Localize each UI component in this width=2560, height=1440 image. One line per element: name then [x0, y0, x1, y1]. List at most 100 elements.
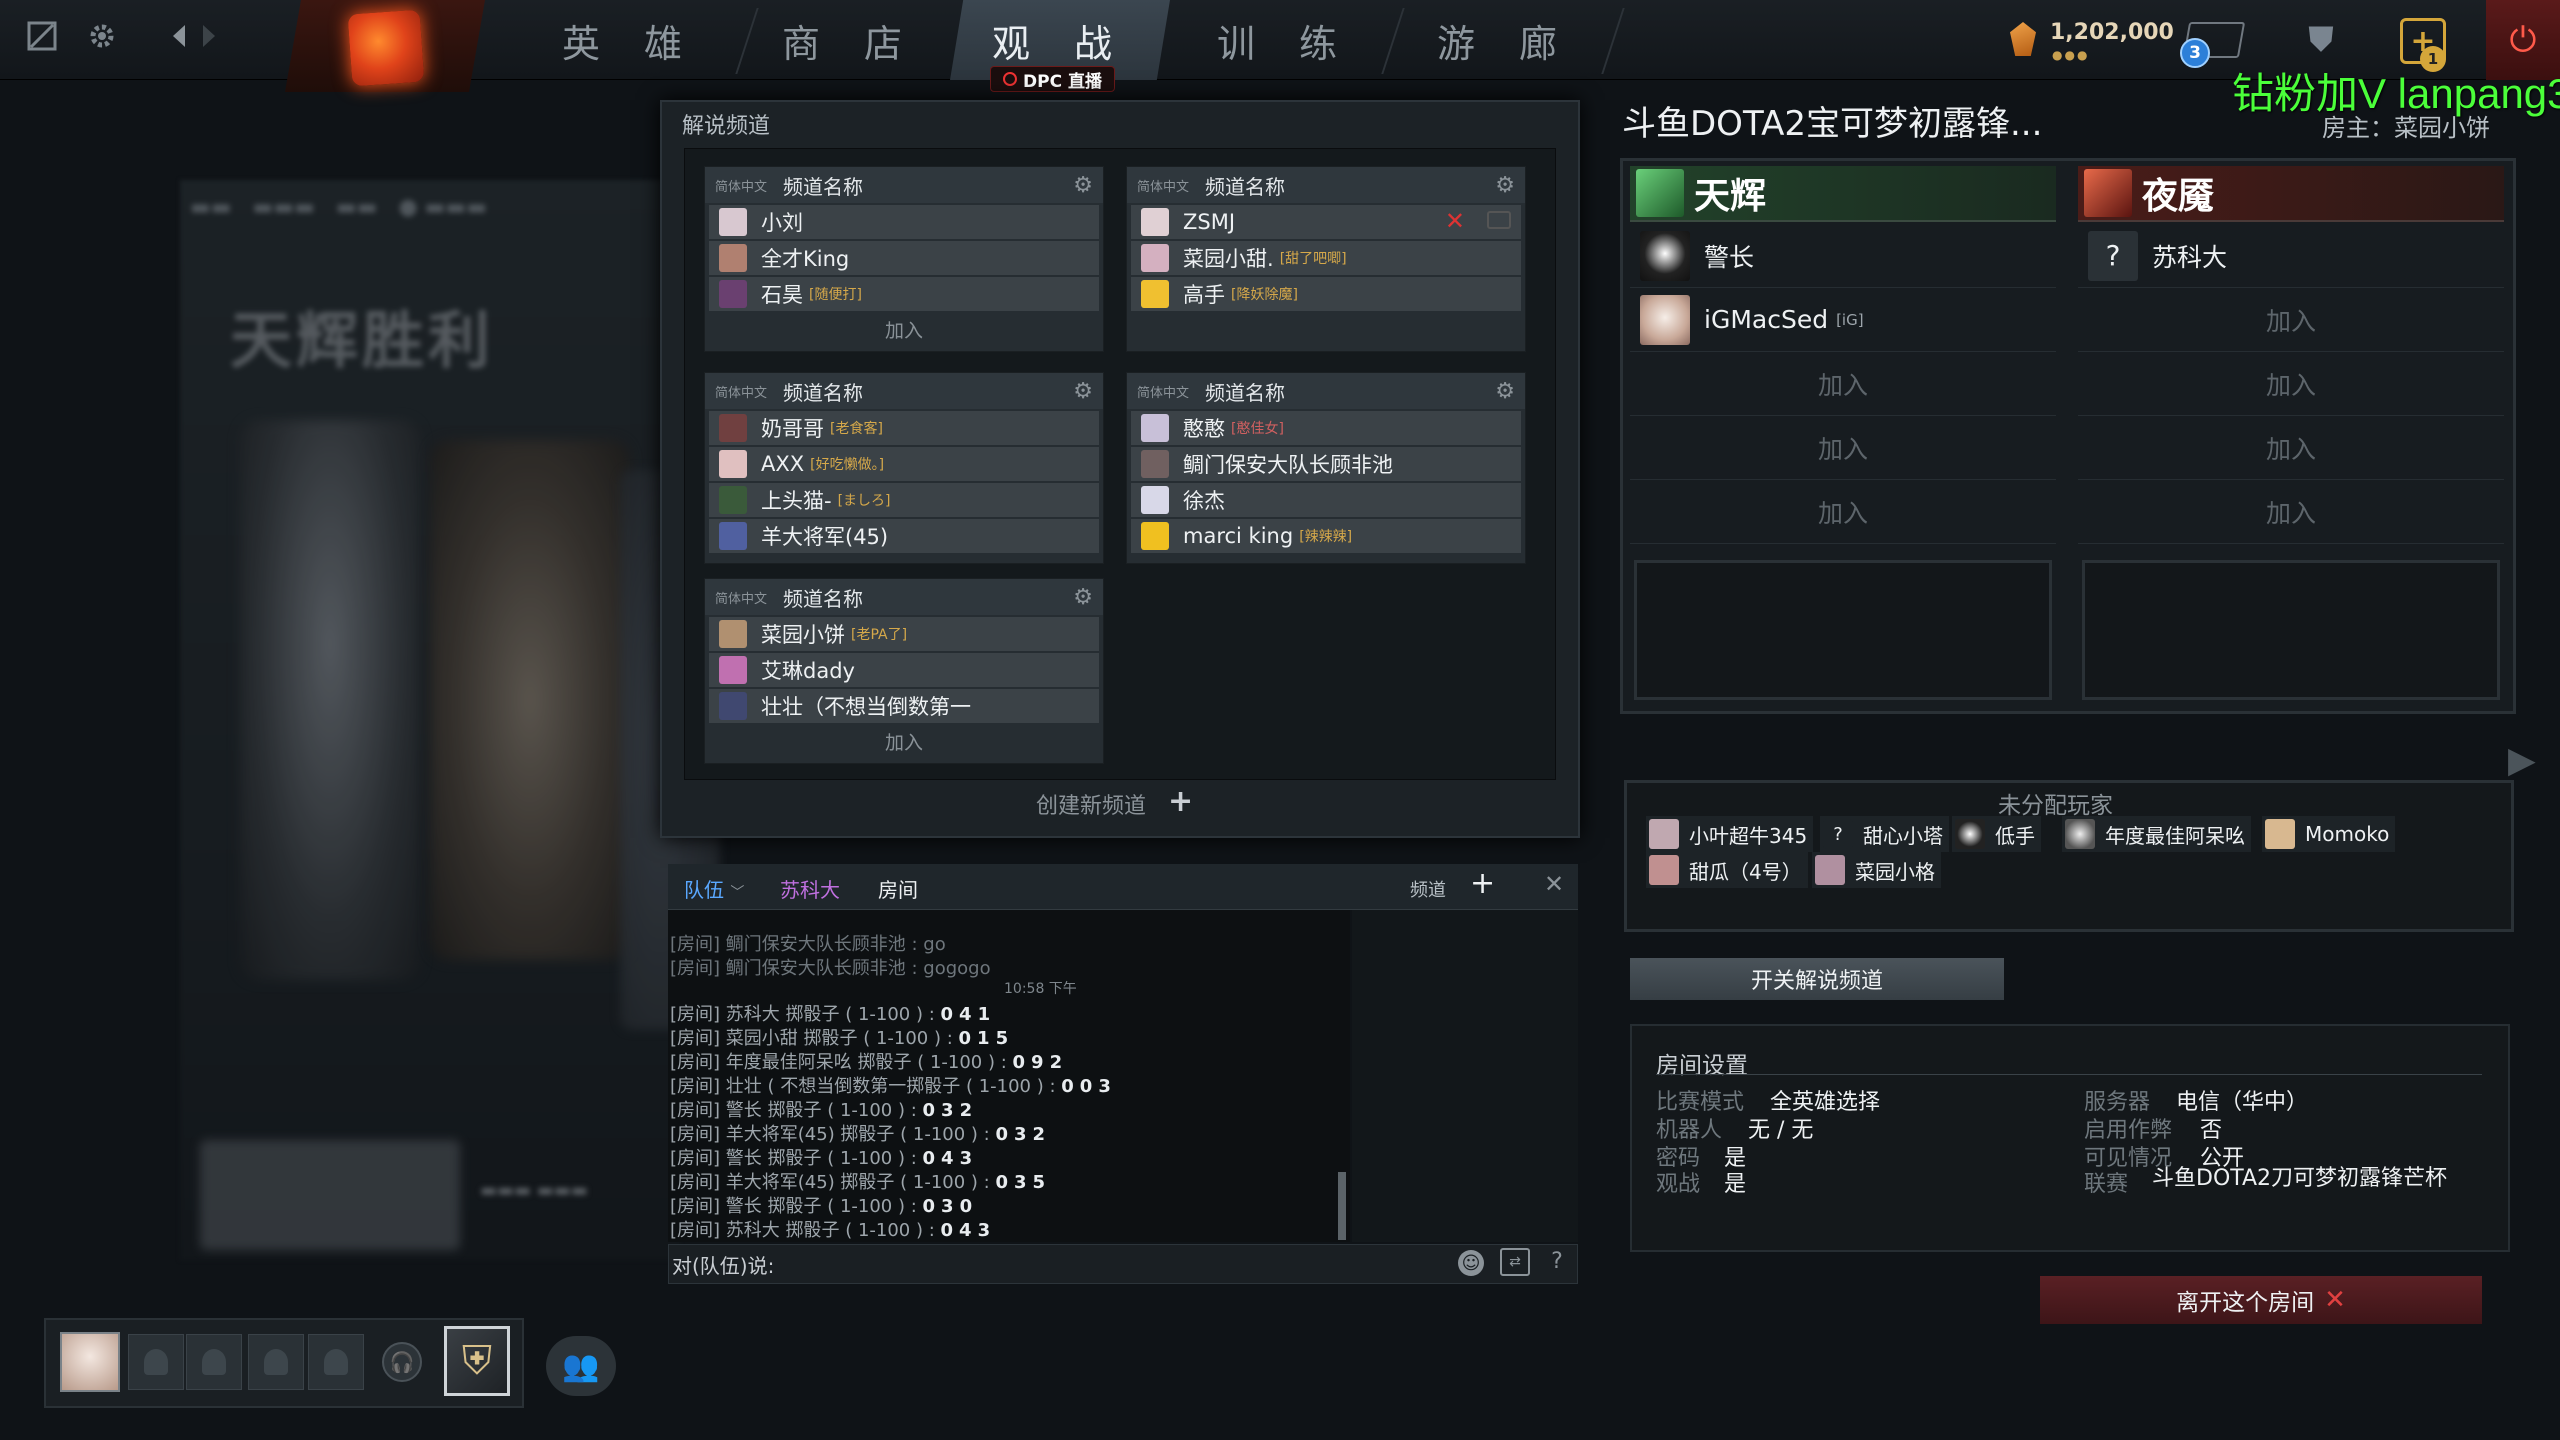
unassigned-player[interactable]: 小叶超牛345 — [1646, 816, 1814, 852]
channel-user[interactable]: 壮壮（不想当倒数第一 — [709, 689, 1099, 723]
chat-input[interactable] — [668, 1244, 1578, 1284]
leave-lobby-button[interactable]: 离开这个房间 ✕ — [2040, 1276, 2482, 1324]
user-name: 菜园小饼 — [761, 623, 845, 647]
dice-roll-value: 092 — [1012, 1052, 1069, 1073]
party-slot[interactable] — [186, 1334, 242, 1390]
armory-icon[interactable]: ⛊ — [2298, 18, 2344, 62]
background-victory-text: 天辉胜利 — [230, 304, 495, 377]
unassigned-player[interactable]: 低手 — [1952, 816, 2041, 852]
channel-user[interactable]: 奶哥哥 [老食客] — [709, 411, 1099, 445]
user-name: 羊大将军(45) — [761, 525, 889, 549]
tab-heroes[interactable]: 英 雄 — [530, 0, 730, 80]
channel-user[interactable]: marci king [辣辣辣] — [1131, 519, 1521, 553]
voice-headset-icon[interactable]: 🎧 — [382, 1342, 422, 1382]
radiant-team-header[interactable]: 天辉 — [1630, 166, 2056, 222]
dice-roll-value: 043 — [922, 1148, 979, 1169]
gear-icon[interactable]: ⚙ — [1073, 379, 1093, 404]
unassigned-player[interactable]: 菜园小格 — [1812, 852, 1941, 888]
channel-user[interactable]: 小刘 — [709, 205, 1099, 239]
player-name: Momoko — [2305, 822, 2390, 846]
user-tag: [辣辣辣] — [1299, 529, 1353, 545]
player-slot[interactable]: 警长 — [1630, 224, 2056, 288]
unassigned-player[interactable]: 年度最佳阿呆吆 — [2062, 816, 2251, 852]
add-channel-plus-icon[interactable]: + — [1470, 866, 1495, 901]
setting-value: 无 / 无 — [1748, 1118, 1814, 1143]
channel-user[interactable]: 石昊 [随便打] — [709, 277, 1099, 311]
dashboard-icon[interactable] — [20, 14, 64, 58]
dire-team-header[interactable]: 夜魇 — [2078, 166, 2504, 222]
chat-wheel-icon[interactable]: ⇄ — [1500, 1248, 1530, 1276]
dire-coach-slot[interactable] — [2082, 560, 2500, 700]
join-slot-button[interactable]: 加入 — [1630, 480, 2056, 544]
unassigned-player[interactable]: ? 甜心小塔 — [1820, 816, 1949, 852]
chat-text: [房间] 壮壮 ( 不想当倒数第一掷骰子 ( 1-100 ) : — [670, 1076, 1062, 1097]
channel-user[interactable]: 全才King — [709, 241, 1099, 275]
gear-icon[interactable]: ⚙ — [1073, 585, 1093, 610]
party-leader-avatar[interactable] — [60, 1332, 120, 1392]
gear-icon[interactable]: ⚙ — [1073, 173, 1093, 198]
join-slot-button[interactable]: 加入 — [1630, 416, 2056, 480]
user-tag: [好吃懒做。] — [810, 457, 885, 473]
channel-user[interactable]: 菜园小甜. [甜了吧唧] — [1131, 241, 1521, 275]
help-icon[interactable]: ? — [1544, 1246, 1570, 1276]
chat-tab-team[interactable]: 队伍 ﹀ — [684, 874, 744, 903]
join-slot-button[interactable]: 加入 — [2078, 480, 2504, 544]
channel-user[interactable]: 羊大将军(45) — [709, 519, 1099, 553]
settings-gear-icon[interactable] — [80, 14, 124, 58]
channel-user[interactable]: 憨憨 [憨佳女] — [1131, 411, 1521, 445]
channel-language: 简体中文 — [715, 591, 768, 607]
join-channel-button[interactable]: 加入 — [705, 725, 1103, 757]
player-slot[interactable]: iGMacSed [iG] — [1630, 288, 2056, 352]
chat-tab-player[interactable]: 苏科大 — [780, 874, 840, 903]
channel-user[interactable]: 高手 [降妖除魔] — [1131, 277, 1521, 311]
join-channel-button[interactable]: 加入 — [705, 313, 1103, 345]
chat-tab-room[interactable]: 房间 — [878, 874, 918, 903]
close-icon[interactable]: ✕ — [1544, 870, 1564, 898]
player-slot[interactable]: ? 苏科大 — [2078, 224, 2504, 288]
dota-logo-icon[interactable] — [347, 9, 425, 87]
rank-medal-icon[interactable]: ⛨ — [444, 1326, 510, 1396]
dice-roll-value: 032 — [995, 1124, 1052, 1145]
avatar — [1649, 819, 1679, 849]
channel-user[interactable]: AXX [好吃懒做。] — [709, 447, 1099, 481]
user-name: 鲷门保安大队长顾非池 — [1183, 453, 1393, 477]
forward-arrow-icon[interactable] — [186, 14, 230, 58]
close-icon[interactable]: ✕ — [1445, 207, 1465, 235]
party-slot[interactable] — [308, 1334, 364, 1390]
channel-user[interactable]: 鲷门保安大队长顾非池 — [1131, 447, 1521, 481]
channel-user[interactable]: 艾琳dady — [709, 653, 1099, 687]
join-slot-button[interactable]: 加入 — [2078, 352, 2504, 416]
gear-icon[interactable]: ⚙ — [1495, 173, 1515, 198]
chat-line: [房间] 警长 掷骰子 ( 1-100 ) : 043 — [670, 1144, 978, 1170]
gear-icon[interactable]: ⚙ — [1495, 379, 1515, 404]
dice-roll-value: 043 — [940, 1220, 997, 1241]
unassigned-player[interactable]: 甜瓜（4号） — [1646, 852, 1808, 888]
channel-user[interactable]: ZSMJ ✕ — [1131, 205, 1521, 239]
join-slot-button[interactable]: 加入 — [2078, 416, 2504, 480]
channel-language: 简体中文 — [715, 179, 768, 195]
join-slot-button[interactable]: 加入 — [2078, 288, 2504, 352]
user-name: marci king — [1183, 524, 1294, 548]
camera-icon[interactable] — [1487, 211, 1511, 229]
tab-learn[interactable]: 训 练 — [1185, 0, 1385, 80]
party-finder-icon[interactable]: 👥 — [546, 1336, 616, 1396]
tab-store[interactable]: 商 店 — [750, 0, 950, 80]
join-slot-button[interactable]: 加入 — [1630, 352, 2056, 416]
channel-user[interactable]: 徐杰 — [1131, 483, 1521, 517]
party-slot[interactable] — [248, 1334, 304, 1390]
plus-icon[interactable]: + — [1168, 784, 1193, 819]
toggle-caster-channels-button[interactable]: 开关解说频道 — [1630, 958, 2004, 1000]
chat-scrollbar[interactable] — [1338, 1172, 1346, 1240]
party-slot[interactable] — [128, 1334, 184, 1390]
channel-user[interactable]: 菜园小饼 [老PA了] — [709, 617, 1099, 651]
create-channel-button[interactable]: 创建新频道 — [1036, 788, 1146, 820]
player-name: 菜园小格 — [1855, 859, 1935, 884]
channel-user[interactable]: 上头猫- [ましろ] — [709, 483, 1099, 517]
chat-channels-button[interactable]: 频道 — [1410, 876, 1446, 902]
tab-arcade[interactable]: 游 廊 — [1405, 0, 1605, 80]
expand-arrow-icon[interactable]: ▶ — [2508, 740, 2536, 781]
emoji-icon[interactable]: ☺ — [1458, 1250, 1484, 1276]
dpc-live-badge[interactable]: DPC 直播 — [990, 66, 1115, 92]
radiant-coach-slot[interactable] — [1634, 560, 2052, 700]
unassigned-player[interactable]: Momoko — [2262, 816, 2396, 852]
